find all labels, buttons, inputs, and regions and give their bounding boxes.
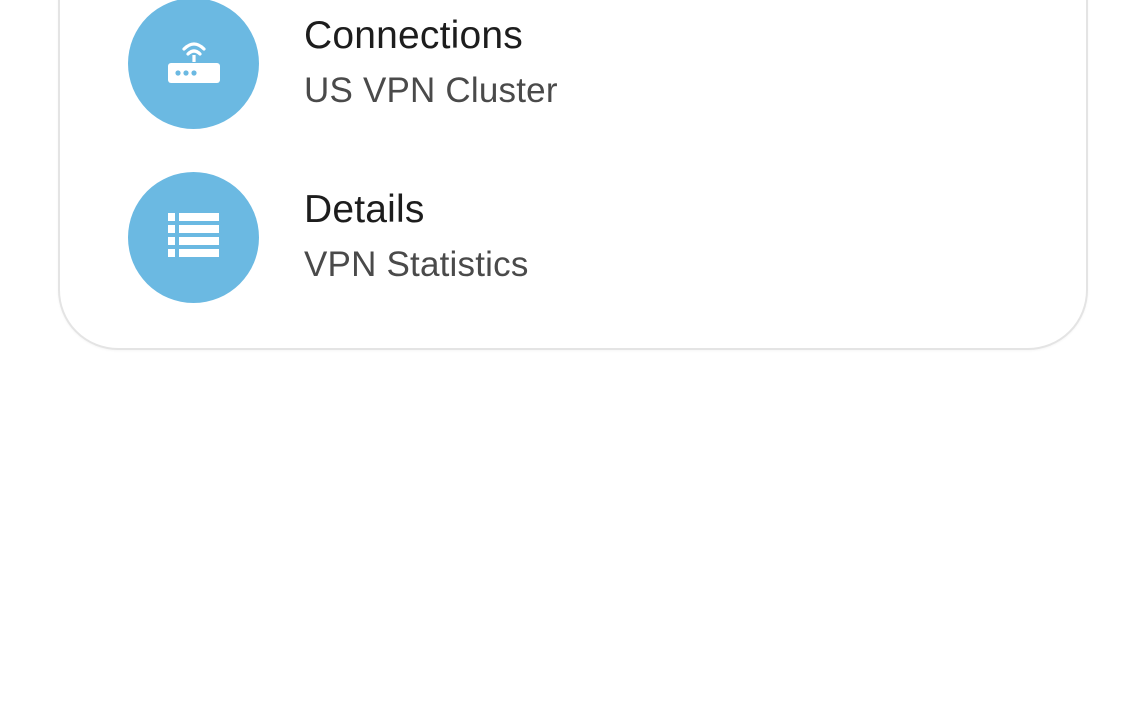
menu-item-subtitle: VPN Statistics — [304, 245, 529, 284]
menu-item-title: Connections — [304, 14, 524, 57]
list-icon — [128, 171, 259, 303]
menu-item-subtitle: US VPN Cluster — [304, 71, 558, 110]
router-wifi-icon — [128, 0, 259, 129]
screen: Connections US VPN Cluster Details VPN S… — [0, 0, 1146, 716]
menu-item-text: Details VPN Statistics — [304, 187, 529, 287]
menu-item-details[interactable]: Details VPN Statistics — [128, 171, 1028, 303]
menu-item-text: Connections US VPN Cluster — [304, 13, 558, 113]
menu-item-connections[interactable]: Connections US VPN Cluster — [128, 0, 1028, 129]
menu-item-title: Details — [304, 188, 425, 231]
